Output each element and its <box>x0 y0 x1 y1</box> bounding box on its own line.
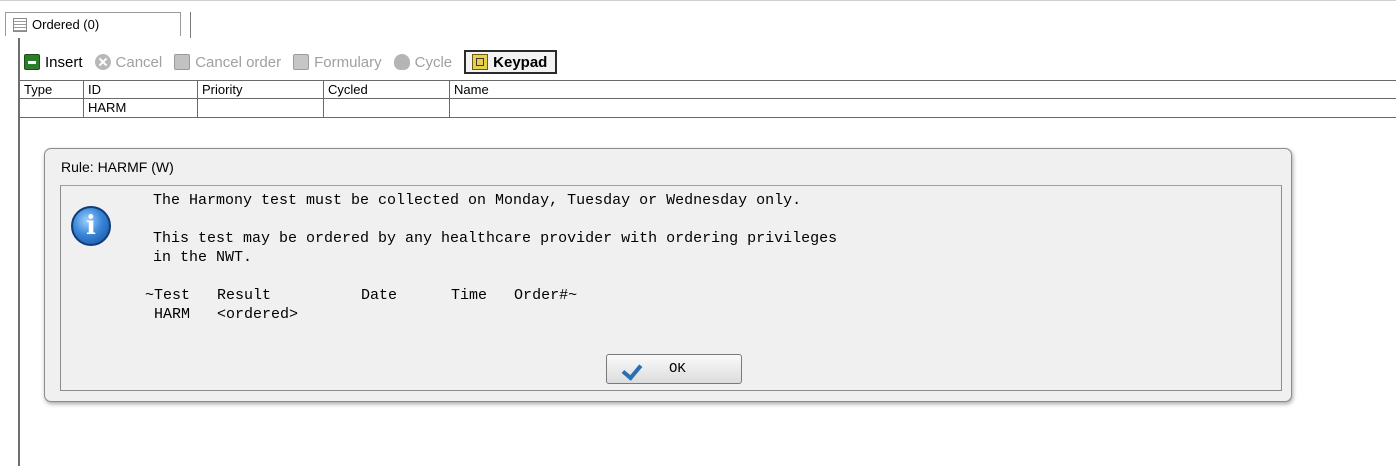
cell-type <box>20 99 84 117</box>
orders-table: Type ID Priority Cycled Name HARM <box>20 80 1396 118</box>
tab-separator <box>190 12 191 38</box>
insert-icon <box>24 54 40 70</box>
ok-label: OK <box>669 361 686 377</box>
message-line-1: The Harmony test must be collected on Mo… <box>153 192 802 209</box>
column-header-type[interactable]: Type <box>20 81 84 98</box>
ok-button[interactable]: OK <box>606 354 742 384</box>
dialog-title: Rule: HARMF (W) <box>61 159 174 175</box>
dialog-message-panel: i The Harmony test must be collected on … <box>60 185 1282 391</box>
insert-button[interactable]: Insert <box>24 54 83 71</box>
cycle-icon <box>393 54 410 70</box>
list-icon <box>13 17 27 32</box>
cancel-icon <box>94 54 111 70</box>
top-divider <box>0 0 1396 1</box>
message-line-3: in the NWT. <box>153 249 253 266</box>
message-line-2: This test may be ordered by any healthca… <box>153 230 838 247</box>
column-header-cycled[interactable]: Cycled <box>324 81 450 98</box>
column-header-name[interactable]: Name <box>450 81 1396 98</box>
result-row: HARM <ordered> <box>145 306 299 323</box>
cycle-label: Cycle <box>414 53 453 71</box>
ordered-panel: Ordered (0) Insert Cancel Cancel order F… <box>0 0 1396 466</box>
tab-ordered[interactable]: Ordered (0) <box>5 12 181 36</box>
cell-name <box>450 99 1396 117</box>
table-row[interactable]: HARM <box>20 99 1396 118</box>
cancel-order-icon <box>174 54 191 70</box>
result-header: ~Test Result Date Time Order#~ <box>145 287 578 304</box>
table-header: Type ID Priority Cycled Name <box>20 80 1396 99</box>
cycle-button[interactable]: Cycle <box>393 53 453 71</box>
formulary-label: Formulary <box>314 53 382 71</box>
cancel-label: Cancel <box>115 53 163 71</box>
keypad-label: Keypad <box>493 53 548 71</box>
toolbar: Insert Cancel Cancel order Formulary Cyc… <box>24 50 569 74</box>
rule-dialog: Rule: HARMF (W) i The Harmony test must … <box>44 148 1292 402</box>
info-icon: i <box>71 206 111 246</box>
formulary-icon <box>293 54 310 70</box>
column-header-priority[interactable]: Priority <box>198 81 324 98</box>
cell-id: HARM <box>84 99 198 117</box>
cell-priority <box>198 99 324 117</box>
keypad-button[interactable]: Keypad <box>464 50 558 74</box>
tab-ordered-label: Ordered (0) <box>32 17 100 32</box>
column-header-id[interactable]: ID <box>84 81 198 98</box>
checkmark-icon <box>623 360 645 378</box>
cell-cycled <box>324 99 450 117</box>
keypad-icon <box>472 54 489 70</box>
cancel-order-label: Cancel order <box>195 53 282 71</box>
formulary-button[interactable]: Formulary <box>293 54 382 71</box>
insert-label: Insert <box>45 53 83 71</box>
cancel-order-button[interactable]: Cancel order <box>174 54 281 71</box>
cancel-button[interactable]: Cancel <box>94 53 163 71</box>
